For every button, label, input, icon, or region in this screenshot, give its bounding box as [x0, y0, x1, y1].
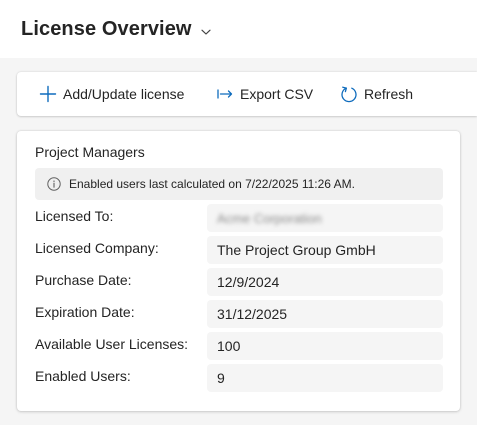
- add-update-license-label: Add/Update license: [63, 86, 185, 102]
- page-title: License Overview: [21, 18, 192, 40]
- export-csv-label: Export CSV: [240, 86, 314, 102]
- licensed-to-value: Acme Corporation: [207, 204, 443, 232]
- title-dropdown[interactable]: License Overview: [21, 18, 212, 41]
- info-message-bar: Enabled users last calculated on 7/22/20…: [35, 168, 443, 200]
- license-card: Project Managers Enabled users last calc…: [17, 131, 460, 411]
- purchase-date-label: Purchase Date:: [35, 272, 132, 288]
- expiration-date-value: 31/12/2025: [207, 300, 443, 328]
- info-icon: [47, 177, 61, 191]
- redacted-text: Acme Corporation: [217, 211, 322, 226]
- export-arrow-icon: [216, 85, 234, 103]
- chevron-down-icon[interactable]: [200, 25, 212, 37]
- enabled-users-label: Enabled Users:: [35, 368, 131, 384]
- plus-icon: [39, 85, 57, 103]
- refresh-button[interactable]: Refresh: [340, 72, 413, 116]
- licensed-company-value: The Project Group GmbH: [207, 236, 443, 264]
- expiration-date-label: Expiration Date:: [35, 304, 135, 320]
- info-message-text: Enabled users last calculated on 7/22/20…: [69, 177, 355, 191]
- command-bar: Add/Update license Export CSV Refresh: [17, 72, 477, 116]
- available-user-licenses-value: 100: [207, 332, 443, 360]
- page-header: License Overview: [0, 0, 477, 58]
- enabled-users-value: 9: [207, 364, 443, 392]
- card-title: Project Managers: [35, 144, 145, 160]
- add-update-license-button[interactable]: Add/Update license: [39, 72, 184, 116]
- purchase-date-value: 12/9/2024: [207, 268, 443, 296]
- licensed-company-label: Licensed Company:: [35, 240, 159, 256]
- export-csv-button[interactable]: Export CSV: [216, 72, 313, 116]
- refresh-icon: [340, 85, 358, 103]
- refresh-label: Refresh: [364, 86, 414, 102]
- available-user-licenses-label: Available User Licenses:: [35, 336, 189, 352]
- licensed-to-label: Licensed To:: [35, 208, 114, 224]
